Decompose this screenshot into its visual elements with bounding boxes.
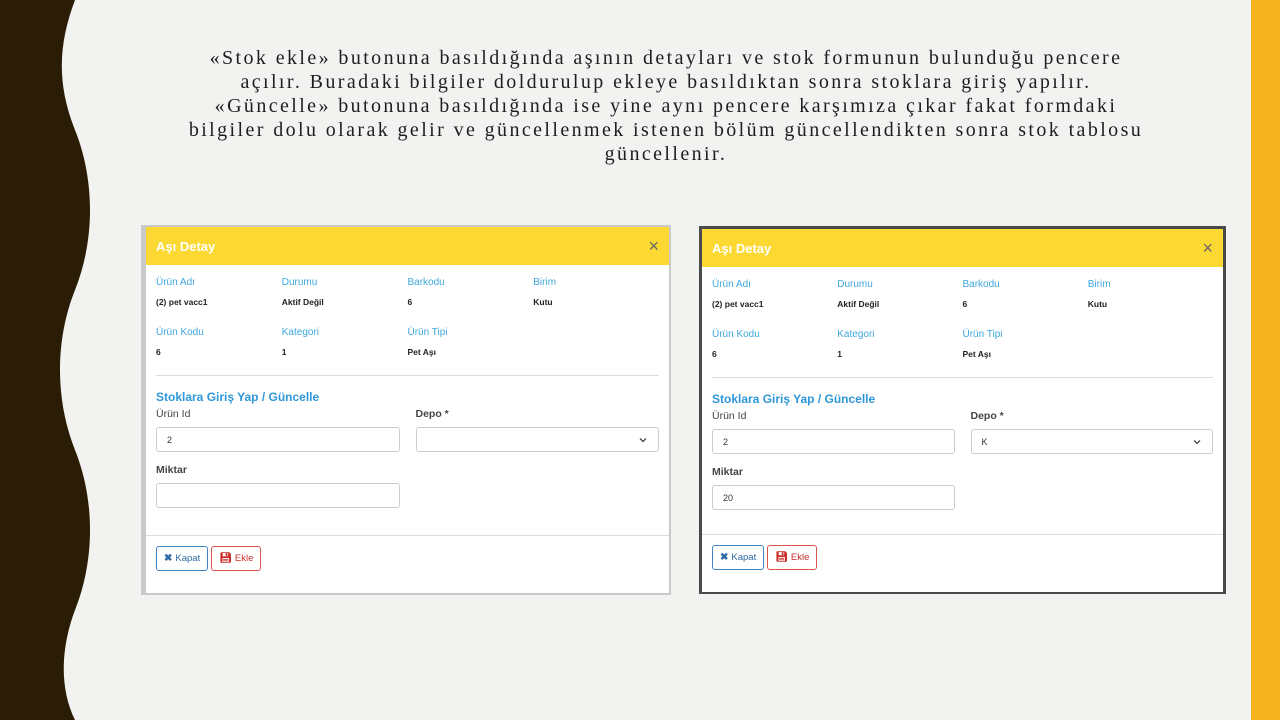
save-icon: 💾︎: [775, 552, 788, 563]
caption-line: açılır. Buradaki bilgiler doldurulup ekl…: [240, 71, 1092, 93]
asi-detay-modal: Aşı Detay × Ürün Adı (2) pet vacc1 Durumu…: [702, 229, 1223, 592]
value-durumu: Aktif Değil: [837, 299, 880, 309]
kapat-label: Kapat: [175, 553, 201, 564]
value-kategori: 1: [281, 347, 287, 357]
close-icon: ✖: [164, 553, 173, 564]
label-barkodu: Barkodu: [962, 279, 1000, 290]
value-barkodu: 6: [962, 299, 968, 309]
caption-line: «Güncelle» butonuna basıldığında ise yin…: [214, 95, 1118, 117]
divider: [712, 377, 1213, 378]
kapat-label: Kapat: [731, 552, 757, 563]
modal-header: Aşı Detay ×: [702, 229, 1223, 267]
asi-detay-modal: Aşı Detay × Ürün Adı (2) pet vacc1 Durumu…: [146, 227, 669, 593]
ekle-button[interactable]: 💾︎ Ekle: [767, 545, 818, 570]
caption-line: güncellenir.: [604, 143, 728, 165]
label-durumu: Durumu: [281, 277, 318, 288]
section-title: Stoklara Giriş Yap / Güncelle: [712, 392, 876, 406]
chevron-down-icon: [1193, 439, 1201, 444]
modal-footer: ✖ Kapat 💾︎ Ekle: [702, 534, 1223, 592]
miktar-label: Miktar: [712, 466, 743, 478]
caption-line: bilgiler dolu olarak gelir ve güncellenm…: [188, 119, 1144, 141]
ekle-button[interactable]: 💾︎ Ekle: [211, 546, 262, 571]
value-urun-tipi: Pet Aşı: [962, 349, 992, 359]
label-urun-tipi: Ürün Tipi: [407, 327, 448, 338]
depo-selected-value: K: [981, 436, 988, 447]
label-barkodu: Barkodu: [407, 277, 445, 288]
accent-bar: [1251, 0, 1280, 720]
label-urun-adi: Ürün Adı: [156, 277, 195, 288]
urun-id-input[interactable]: 2: [712, 429, 955, 454]
miktar-input[interactable]: 20: [712, 485, 955, 510]
caption-line: «Stok ekle» butonuna basıldığında aşının…: [209, 47, 1123, 69]
depo-label: Depo *: [415, 408, 449, 420]
kapat-button[interactable]: ✖ Kapat: [712, 545, 765, 570]
value-urun-tipi: Pet Aşı: [407, 347, 437, 357]
value-durumu: Aktif Değil: [281, 297, 324, 307]
depo-select[interactable]: [415, 427, 659, 452]
modal-title: Aşı Detay: [156, 238, 216, 254]
miktar-label: Miktar: [156, 464, 187, 476]
stock-form: Ürün Id 2 Depo * Miktar: [146, 404, 669, 508]
modal-title: Aşı Detay: [712, 240, 772, 256]
close-icon[interactable]: ×: [648, 237, 659, 255]
chevron-down-icon: [639, 437, 647, 442]
value-urun-kodu: 6: [156, 347, 161, 357]
depo-select[interactable]: K: [970, 429, 1213, 454]
value-urun-adi: (2) pet vacc1: [156, 297, 208, 307]
stock-form: Ürün Id 2 Depo * K Miktar 20: [702, 406, 1223, 510]
value-barkodu: 6: [407, 297, 413, 307]
divider: [156, 375, 659, 376]
label-durumu: Durumu: [837, 279, 873, 290]
kapat-button[interactable]: ✖ Kapat: [156, 546, 209, 571]
label-urun-adi: Ürün Adı: [712, 279, 751, 290]
urun-id-label: Ürün Id: [156, 408, 191, 420]
modal-footer: ✖ Kapat 💾︎ Ekle: [146, 535, 669, 593]
section-title: Stoklara Giriş Yap / Güncelle: [156, 390, 320, 404]
detail-grid: Ürün Adı (2) pet vacc1 Durumu Aktif Değil …: [146, 265, 669, 365]
urun-id-label: Ürün Id: [712, 410, 747, 422]
ekle-label: Ekle: [234, 553, 254, 564]
save-icon: 💾︎: [219, 553, 232, 564]
value-urun-kodu: 6: [712, 349, 717, 359]
value-urun-adi: (2) pet vacc1: [712, 299, 764, 309]
label-birim: Birim: [1087, 279, 1111, 290]
slide-caption: «Stok ekle» butonuna basıldığında aşının…: [140, 46, 1192, 166]
value-birim: Kutu: [1087, 299, 1108, 309]
value-birim: Kutu: [533, 297, 553, 307]
urun-id-input[interactable]: 2: [156, 427, 400, 452]
close-icon[interactable]: ×: [1202, 239, 1213, 257]
label-kategori: Kategori: [837, 329, 875, 340]
screenshot-add-stock: Aşı Detay × Ürün Adı (2) pet vacc1 Durumu…: [141, 225, 671, 595]
modal-header: Aşı Detay ×: [146, 227, 669, 265]
label-kategori: Kategori: [281, 327, 319, 338]
decorative-wave-border: [0, 0, 90, 720]
depo-label: Depo *: [970, 410, 1004, 422]
ekle-label: Ekle: [790, 552, 810, 563]
close-icon: ✖: [720, 552, 729, 563]
label-urun-kodu: Ürün Kodu: [712, 329, 760, 340]
value-kategori: 1: [837, 349, 842, 359]
label-birim: Birim: [533, 277, 557, 288]
detail-grid: Ürün Adı (2) pet vacc1 Durumu Aktif Değil …: [702, 267, 1223, 367]
label-urun-tipi: Ürün Tipi: [962, 329, 1003, 340]
label-urun-kodu: Ürün Kodu: [156, 327, 204, 338]
miktar-input[interactable]: [156, 483, 400, 508]
screenshot-update-stock: Aşı Detay × Ürün Adı (2) pet vacc1 Durumu…: [699, 226, 1226, 594]
